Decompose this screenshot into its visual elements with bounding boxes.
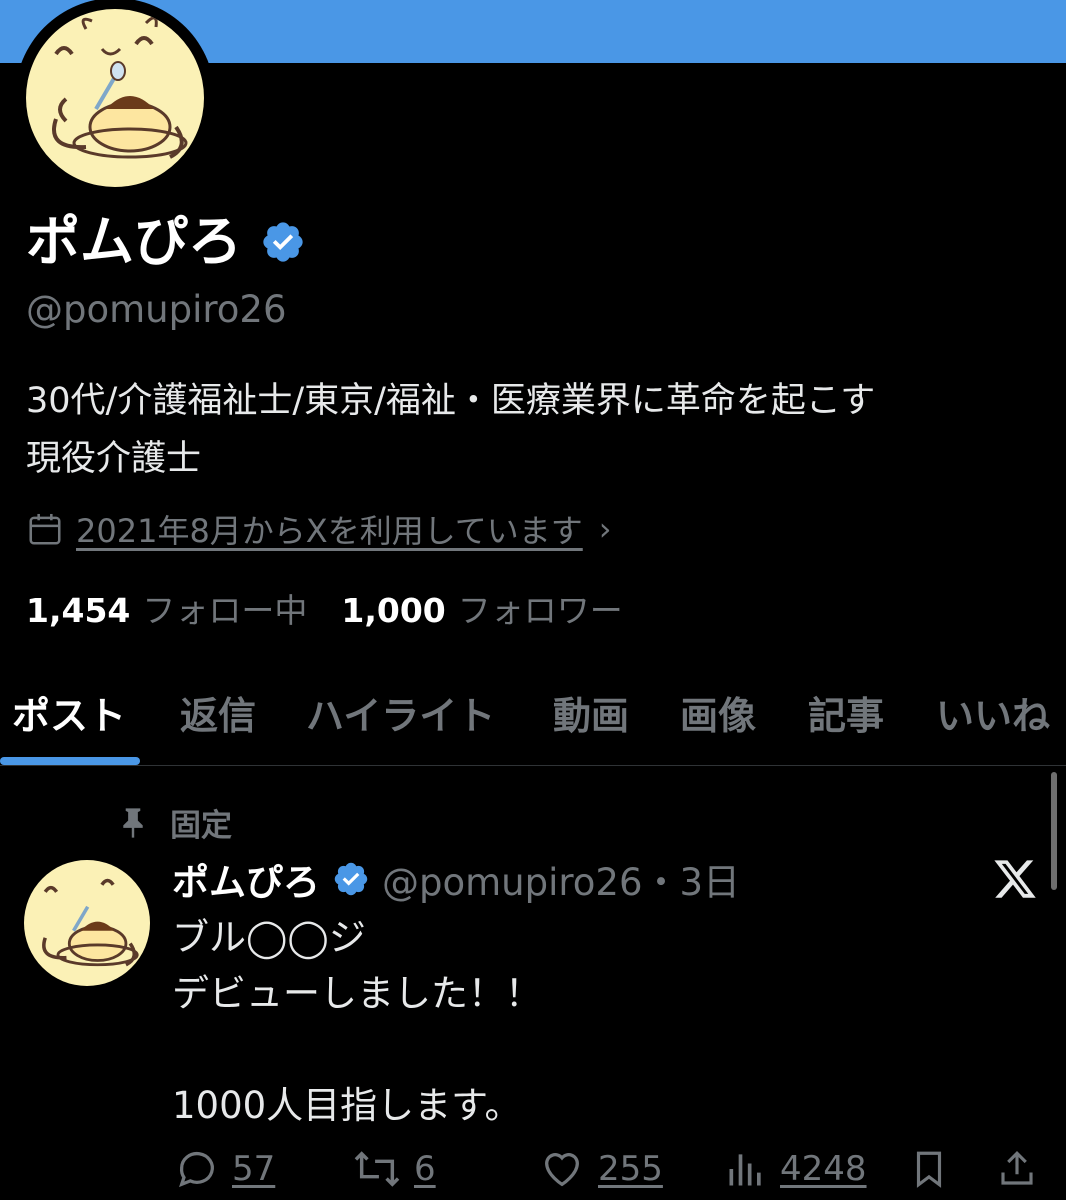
reply-icon — [179, 1151, 214, 1188]
post-author-handle-time[interactable]: @pomupiro26・3日 — [382, 852, 740, 906]
followers-count: 1,000 — [341, 591, 446, 630]
profile-tabs: ポスト 返信 ハイライト 動画 画像 記事 いいね — [0, 675, 1066, 766]
views-count: 4248 — [780, 1149, 867, 1189]
pin-icon — [123, 807, 143, 838]
avatar-image — [26, 9, 204, 187]
chevron-right-icon: › — [598, 510, 612, 548]
post-text: ブル◯◯ジ デビューしました！！ 1000人目指します。 — [172, 916, 542, 1127]
x-logo-icon[interactable] — [992, 856, 1038, 902]
following-stat[interactable]: 1,454 フォロー中 — [26, 584, 307, 632]
verified-badge-icon[interactable] — [332, 860, 370, 898]
post-author-name[interactable]: ポムぴろ — [172, 852, 320, 906]
bio-line-1: 30代/介護福祉士/東京/福祉・医療業界に革命を起こす — [26, 381, 876, 421]
reply-count: 57 — [232, 1149, 276, 1189]
joined-text[interactable]: 2021年8月からXを利用しています — [76, 506, 583, 552]
bio-line-2: 現役介護士 — [26, 439, 202, 479]
following-count: 1,454 — [26, 591, 131, 630]
tab-videos[interactable]: 動画 — [553, 685, 629, 740]
calendar-icon — [29, 513, 61, 545]
post-actions: 57 6 255 4248 — [0, 1146, 1066, 1200]
tab-highlights[interactable]: ハイライト — [306, 685, 495, 740]
reply-button[interactable]: 57 — [174, 1146, 275, 1192]
tab-posts[interactable]: ポスト — [12, 685, 126, 740]
display-name-row: ポムぴろ — [26, 206, 306, 278]
post-author-avatar[interactable] — [24, 860, 150, 986]
follow-stats: 1,454 フォロー中 1,000 フォロワー — [26, 584, 623, 632]
repost-count: 6 — [414, 1149, 436, 1189]
display-name: ポムぴろ — [26, 210, 242, 273]
like-button[interactable]: 255 — [538, 1146, 663, 1192]
following-label: フォロー中 — [142, 591, 308, 630]
tab-articles[interactable]: 記事 — [808, 685, 884, 740]
verified-badge-icon[interactable] — [260, 219, 306, 265]
followers-stat[interactable]: 1,000 フォロワー — [341, 584, 622, 632]
bookmark-icon — [916, 1151, 942, 1188]
tab-images[interactable]: 画像 — [680, 685, 756, 740]
views-button[interactable]: 4248 — [724, 1146, 867, 1192]
joined-date[interactable]: 2021年8月からXを利用しています › — [26, 506, 612, 552]
views-icon — [729, 1154, 761, 1186]
profile-bio: 30代/介護福祉士/東京/福祉・医療業界に革命を起こす 現役介護士 — [26, 372, 1046, 488]
post-header: ポムぴろ @pomupiro26・3日 — [172, 852, 740, 906]
bookmark-button[interactable] — [908, 1146, 950, 1192]
pinned-indicator: 固定 — [118, 800, 232, 845]
followers-label: フォロワー — [457, 591, 623, 630]
profile-avatar[interactable] — [15, 0, 215, 198]
share-icon — [1001, 1151, 1033, 1185]
pinned-label: 固定 — [170, 808, 232, 844]
share-button[interactable] — [996, 1146, 1038, 1192]
like-icon — [545, 1153, 579, 1187]
active-tab-indicator — [0, 757, 140, 765]
profile-handle: @pomupiro26 — [26, 288, 287, 331]
repost-button[interactable]: 6 — [352, 1146, 436, 1192]
repost-icon — [354, 1151, 400, 1187]
scrollbar[interactable] — [1051, 772, 1057, 890]
like-count: 255 — [598, 1149, 663, 1189]
tab-likes[interactable]: いいね — [936, 685, 1050, 740]
tab-replies[interactable]: 返信 — [180, 685, 256, 740]
